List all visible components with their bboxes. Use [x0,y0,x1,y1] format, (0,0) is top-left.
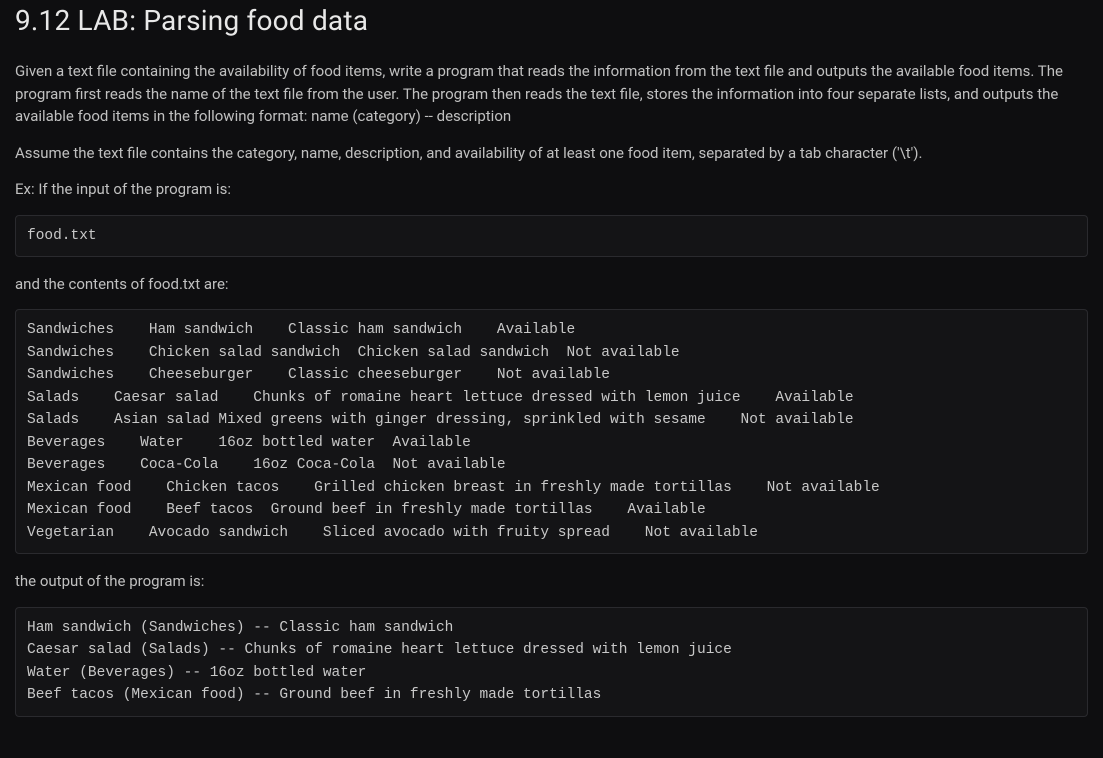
page-title: 9.12 LAB: Parsing food data [15,0,1088,42]
paragraph-example-intro: Ex: If the input of the program is: [15,178,1088,201]
paragraph-file-intro: and the contents of food.txt are: [15,273,1088,296]
paragraph-assumption: Assume the text file contains the catego… [15,142,1088,165]
code-input: food.txt [15,215,1088,257]
paragraph-intro: Given a text file containing the availab… [15,60,1088,128]
code-file-contents: Sandwiches Ham sandwich Classic ham sand… [15,309,1088,554]
code-output: Ham sandwich (Sandwiches) -- Classic ham… [15,607,1088,717]
paragraph-output-intro: the output of the program is: [15,570,1088,593]
